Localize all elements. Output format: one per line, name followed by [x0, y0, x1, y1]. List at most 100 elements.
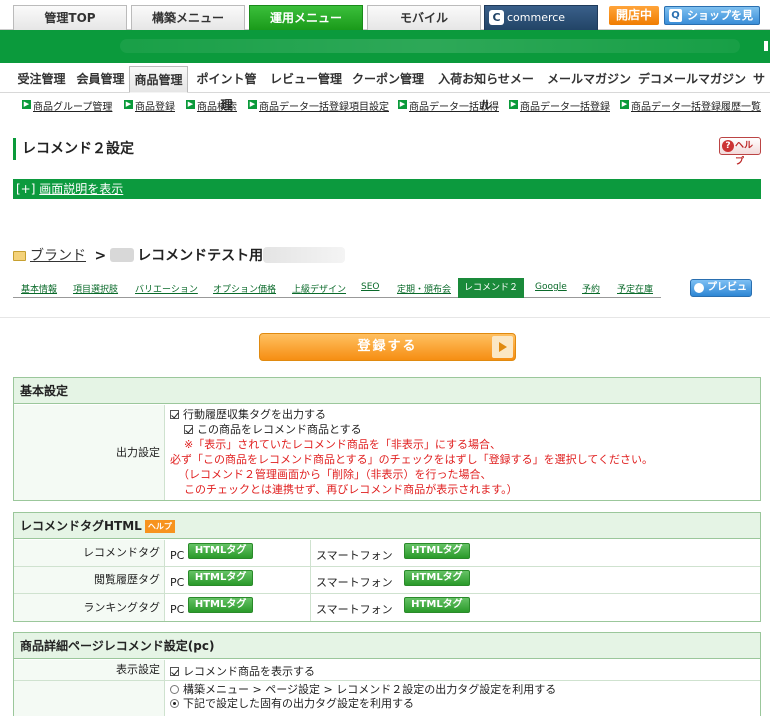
recommend-tag-sp: スマートフォン HTMLタグ [316, 543, 470, 563]
tab-seo[interactable]: SEO [361, 282, 379, 292]
html-tag-button[interactable]: HTMLタグ [187, 570, 254, 586]
note-line: このチェックとは連携せず、再びレコメンド商品が表示されます。） [184, 483, 518, 496]
link-bulk-history[interactable]: ▶ 商品データ一括登録履歴一覧 [620, 98, 761, 113]
tab-item-options[interactable]: 項目選択肢 [73, 282, 118, 295]
recommend-product-label: この商品をレコメンド商品とする [197, 423, 362, 436]
html-tag-button[interactable]: HTMLタグ [404, 543, 470, 559]
tab-subscription[interactable]: 定期・頒布会 [397, 282, 451, 295]
display-recommend-option[interactable]: レコメンド商品を表示する [170, 663, 315, 679]
checkbox-checked[interactable] [170, 667, 179, 676]
tab-reservation[interactable]: 予約 [582, 282, 600, 295]
product-edit-tabs: 基本情報 項目選択肢 バリエーション オプション価格 上級デザイン SEO 定期… [13, 278, 661, 298]
output-settings-label: 出力設定 [14, 405, 165, 500]
blurred-shop-name [120, 39, 740, 53]
link-label: 商品検索 [197, 102, 237, 113]
recommend-product-option[interactable]: この商品をレコメンド商品とする [170, 422, 755, 437]
nav-reviews[interactable]: レビュー管理 [270, 66, 342, 93]
nav-truncated[interactable]: サ [753, 66, 770, 93]
link-bulk-item-settings[interactable]: ▶ 商品データ一括登録項目設定 [248, 98, 389, 113]
radio-label: 下記で設定した固有の出力タグ設定を利用する [183, 697, 414, 710]
link-bulk-register[interactable]: ▶ 商品データ一括登録 [509, 98, 610, 113]
preview-button[interactable]: プレビュー [690, 279, 752, 309]
pc-label: PC [170, 603, 185, 616]
html-tag-button[interactable]: HTMLタグ [187, 543, 254, 559]
breadcrumb: ブランド > レコメンドテスト用 [13, 245, 346, 267]
ranking-tag-label: ランキングタグ [14, 594, 165, 621]
link-product-group[interactable]: ▶ 商品グループ管理 [22, 98, 112, 113]
behavior-tag-option[interactable]: 行動履歴収集タグを出力する [170, 407, 755, 422]
arrow-icon: ▶ [248, 100, 257, 109]
tab-basic-info[interactable]: 基本情報 [21, 282, 57, 295]
history-tag-label: 閲覧履歴タグ [14, 567, 165, 593]
row-divider [14, 566, 760, 567]
view-shop-button[interactable]: Q ショップを見る [664, 6, 760, 39]
recommend-tag-html-section: レコメンドタグHTML ヘルプ レコメンドタグ 閲覧履歴タグ ランキングタグ PC… [13, 512, 761, 622]
checkbox-checked[interactable] [184, 425, 193, 434]
tab-recommend2[interactable]: レコメンド２ [458, 278, 525, 298]
output-tag-radio-group: 構築メニュー > ページ設定 > レコメンド２設定の出力タグ設定を利用する 下記… [170, 683, 556, 711]
display-recommend-label: レコメンド商品を表示する [183, 665, 315, 678]
link-label: 商品データ一括取得 [409, 102, 499, 113]
nav-points[interactable]: ポイント管理 [191, 66, 262, 112]
radio-unselected[interactable] [170, 685, 179, 694]
link-bulk-fetch[interactable]: ▶ 商品データ一括取得 [398, 98, 499, 113]
radio-option-global[interactable]: 構築メニュー > ページ設定 > レコメンド２設定の出力タグ設定を利用する [170, 683, 556, 697]
smartphone-label: スマートフォン [316, 576, 393, 589]
nav-members[interactable]: 会員管理 [73, 66, 128, 93]
checkbox-checked[interactable] [170, 410, 179, 419]
link-product-register[interactable]: ▶ 商品登録 [124, 98, 175, 113]
smartphone-label: スマートフォン [316, 603, 393, 616]
tab-commerce-creator[interactable]: C commerce creator [484, 5, 598, 48]
nav-deco-mail-magazine[interactable]: デコメールマガジン [638, 66, 746, 93]
register-button[interactable]: 登録する [259, 333, 516, 361]
help-tag[interactable]: ヘルプ [144, 520, 175, 533]
note-line: ※「表示」されていたレコメンド商品を「非表示」にする場合、 [184, 438, 501, 451]
show-description-link[interactable]: 画面説明を表示 [39, 182, 123, 196]
breadcrumb-brand-link[interactable]: ブランド [30, 248, 86, 264]
nav-coupons[interactable]: クーポン管理 [352, 66, 424, 93]
display-settings-label: 表示設定 [14, 660, 165, 680]
tab-google[interactable]: Google [535, 282, 567, 292]
tab-mobile[interactable]: モバイル [367, 5, 481, 30]
tab-build-menu[interactable]: 構築メニュー [131, 5, 245, 30]
radio-option-custom[interactable]: 下記で設定した固有の出力タグ設定を利用する [170, 697, 556, 711]
html-tag-button[interactable]: HTMLタグ [404, 570, 470, 586]
arrow-icon: ▶ [398, 100, 407, 109]
arrow-icon: ▶ [124, 100, 133, 109]
ranking-tag-pc: PC HTMLタグ [170, 597, 254, 616]
header-edge-mark [764, 41, 768, 51]
radio-selected[interactable] [170, 699, 179, 708]
column-divider [310, 540, 311, 621]
arrow-icon: ▶ [620, 100, 629, 109]
arrow-icon: ▶ [509, 100, 518, 109]
tab-advanced-design[interactable]: 上級デザイン [292, 282, 346, 295]
magnifier-icon: Q [669, 9, 682, 22]
section-heading: 商品詳細ページレコメンド設定(pc) [14, 633, 760, 659]
nav-restock-mail[interactable]: 入荷お知らせメール [433, 66, 539, 112]
section-heading: レコメンドタグHTML ヘルプ [14, 513, 760, 539]
recommend-tag-pc: PC HTMLタグ [170, 543, 254, 562]
help-button[interactable]: ? ヘルプ [719, 137, 761, 167]
question-icon: ? [722, 140, 734, 152]
output-tag-settings-label [14, 681, 165, 716]
store-open-badge: 開店中 [609, 6, 659, 25]
html-tag-button[interactable]: HTMLタグ [187, 597, 254, 613]
tab-operation-menu[interactable]: 運用メニュー [249, 5, 363, 30]
history-tag-pc: PC HTMLタグ [170, 570, 254, 589]
tab-planned-stock[interactable]: 予定在庫 [617, 282, 653, 295]
tab-admin-top[interactable]: 管理TOP [13, 5, 127, 30]
toggle-prefix: [+] [16, 182, 36, 196]
behavior-tag-label: 行動履歴収集タグを出力する [183, 408, 326, 421]
link-label: 商品データ一括登録項目設定 [259, 102, 389, 113]
nav-orders[interactable]: 受注管理 [13, 66, 70, 93]
html-tag-button[interactable]: HTMLタグ [404, 597, 470, 613]
tab-option-price[interactable]: オプション価格 [213, 282, 276, 295]
link-label: 商品データ一括登録 [520, 102, 610, 113]
link-product-search[interactable]: ▶ 商品検索 [186, 98, 237, 113]
tab-variation[interactable]: バリエーション [135, 282, 198, 295]
nav-mail-magazine[interactable]: メールマガジン [546, 66, 632, 93]
nav-products[interactable]: 商品管理 [129, 66, 188, 93]
blurred-text [110, 248, 135, 262]
recommend-tag-label: レコメンドタグ [14, 540, 165, 566]
breadcrumb-current: レコメンドテスト用 [137, 248, 264, 264]
